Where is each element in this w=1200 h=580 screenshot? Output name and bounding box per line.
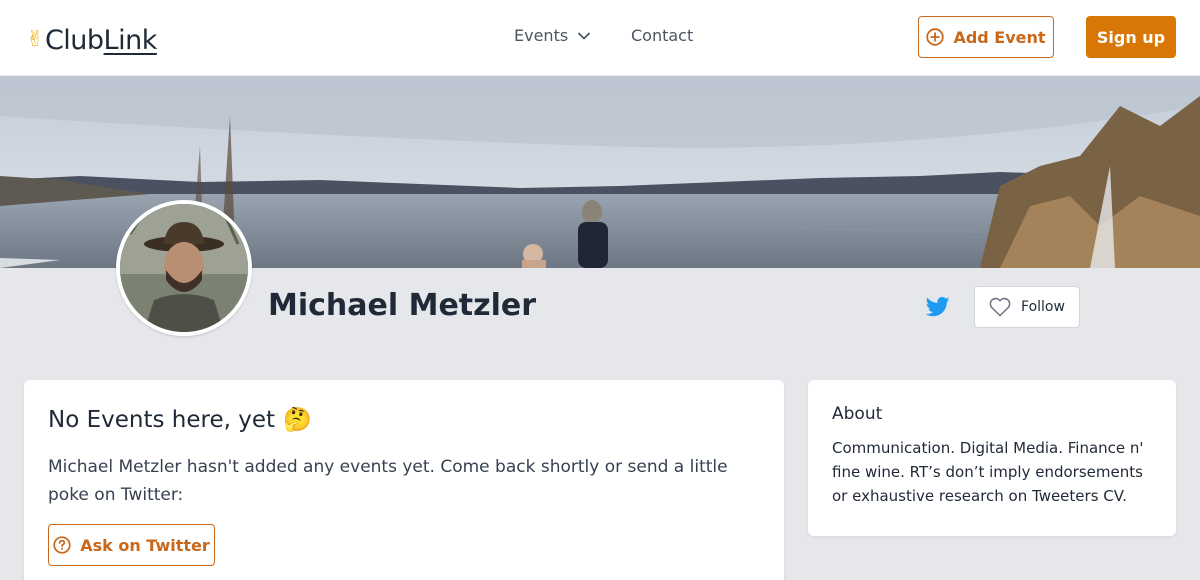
about-card: About Communication. Digital Media. Fina… [808, 380, 1176, 536]
thinking-face-icon: 🤔 [283, 407, 312, 433]
ask-on-twitter-label: Ask on Twitter [80, 535, 210, 555]
ask-on-twitter-button[interactable]: Ask on Twitter [48, 524, 215, 566]
heart-icon [989, 297, 1011, 317]
add-event-button[interactable]: Add Event [918, 16, 1054, 58]
events-title-text: No Events here, yet [48, 406, 276, 433]
about-card-text: Communication. Digital Media. Finance n'… [832, 439, 1144, 505]
question-circle-icon [53, 536, 71, 554]
nav-events-dropdown[interactable]: Events [514, 26, 591, 45]
add-event-label: Add Event [953, 27, 1046, 47]
follow-button[interactable]: Follow [974, 286, 1080, 328]
victory-hand-icon: ✌ [26, 27, 44, 52]
nav-contact-link[interactable]: Contact [631, 26, 693, 45]
plus-circle-icon [926, 28, 945, 46]
clublink-logo[interactable]: ✌ Club Link [26, 22, 157, 56]
profile-avatar [116, 200, 252, 336]
events-empty-description: Michael Metzler hasn't added any events … [48, 457, 728, 505]
top-navigation-bar: ✌ Club Link Events Contact Add Event Sign… [0, 0, 1200, 76]
nav-events-label: Events [514, 26, 569, 45]
follow-label: Follow [1021, 299, 1065, 315]
logo-text-club: Club [44, 25, 104, 56]
profile-name: Michael Metzler [268, 288, 537, 323]
about-card-title: About [832, 404, 883, 424]
signup-button[interactable]: Sign up [1086, 16, 1176, 58]
events-card: No Events here, yet 🤔 Michael Metzler ha… [24, 380, 784, 580]
chevron-down-icon [578, 32, 591, 39]
events-card-title: No Events here, yet 🤔 [48, 406, 312, 434]
logo-text-link: Link [103, 25, 158, 56]
twitter-icon[interactable] [925, 296, 950, 318]
